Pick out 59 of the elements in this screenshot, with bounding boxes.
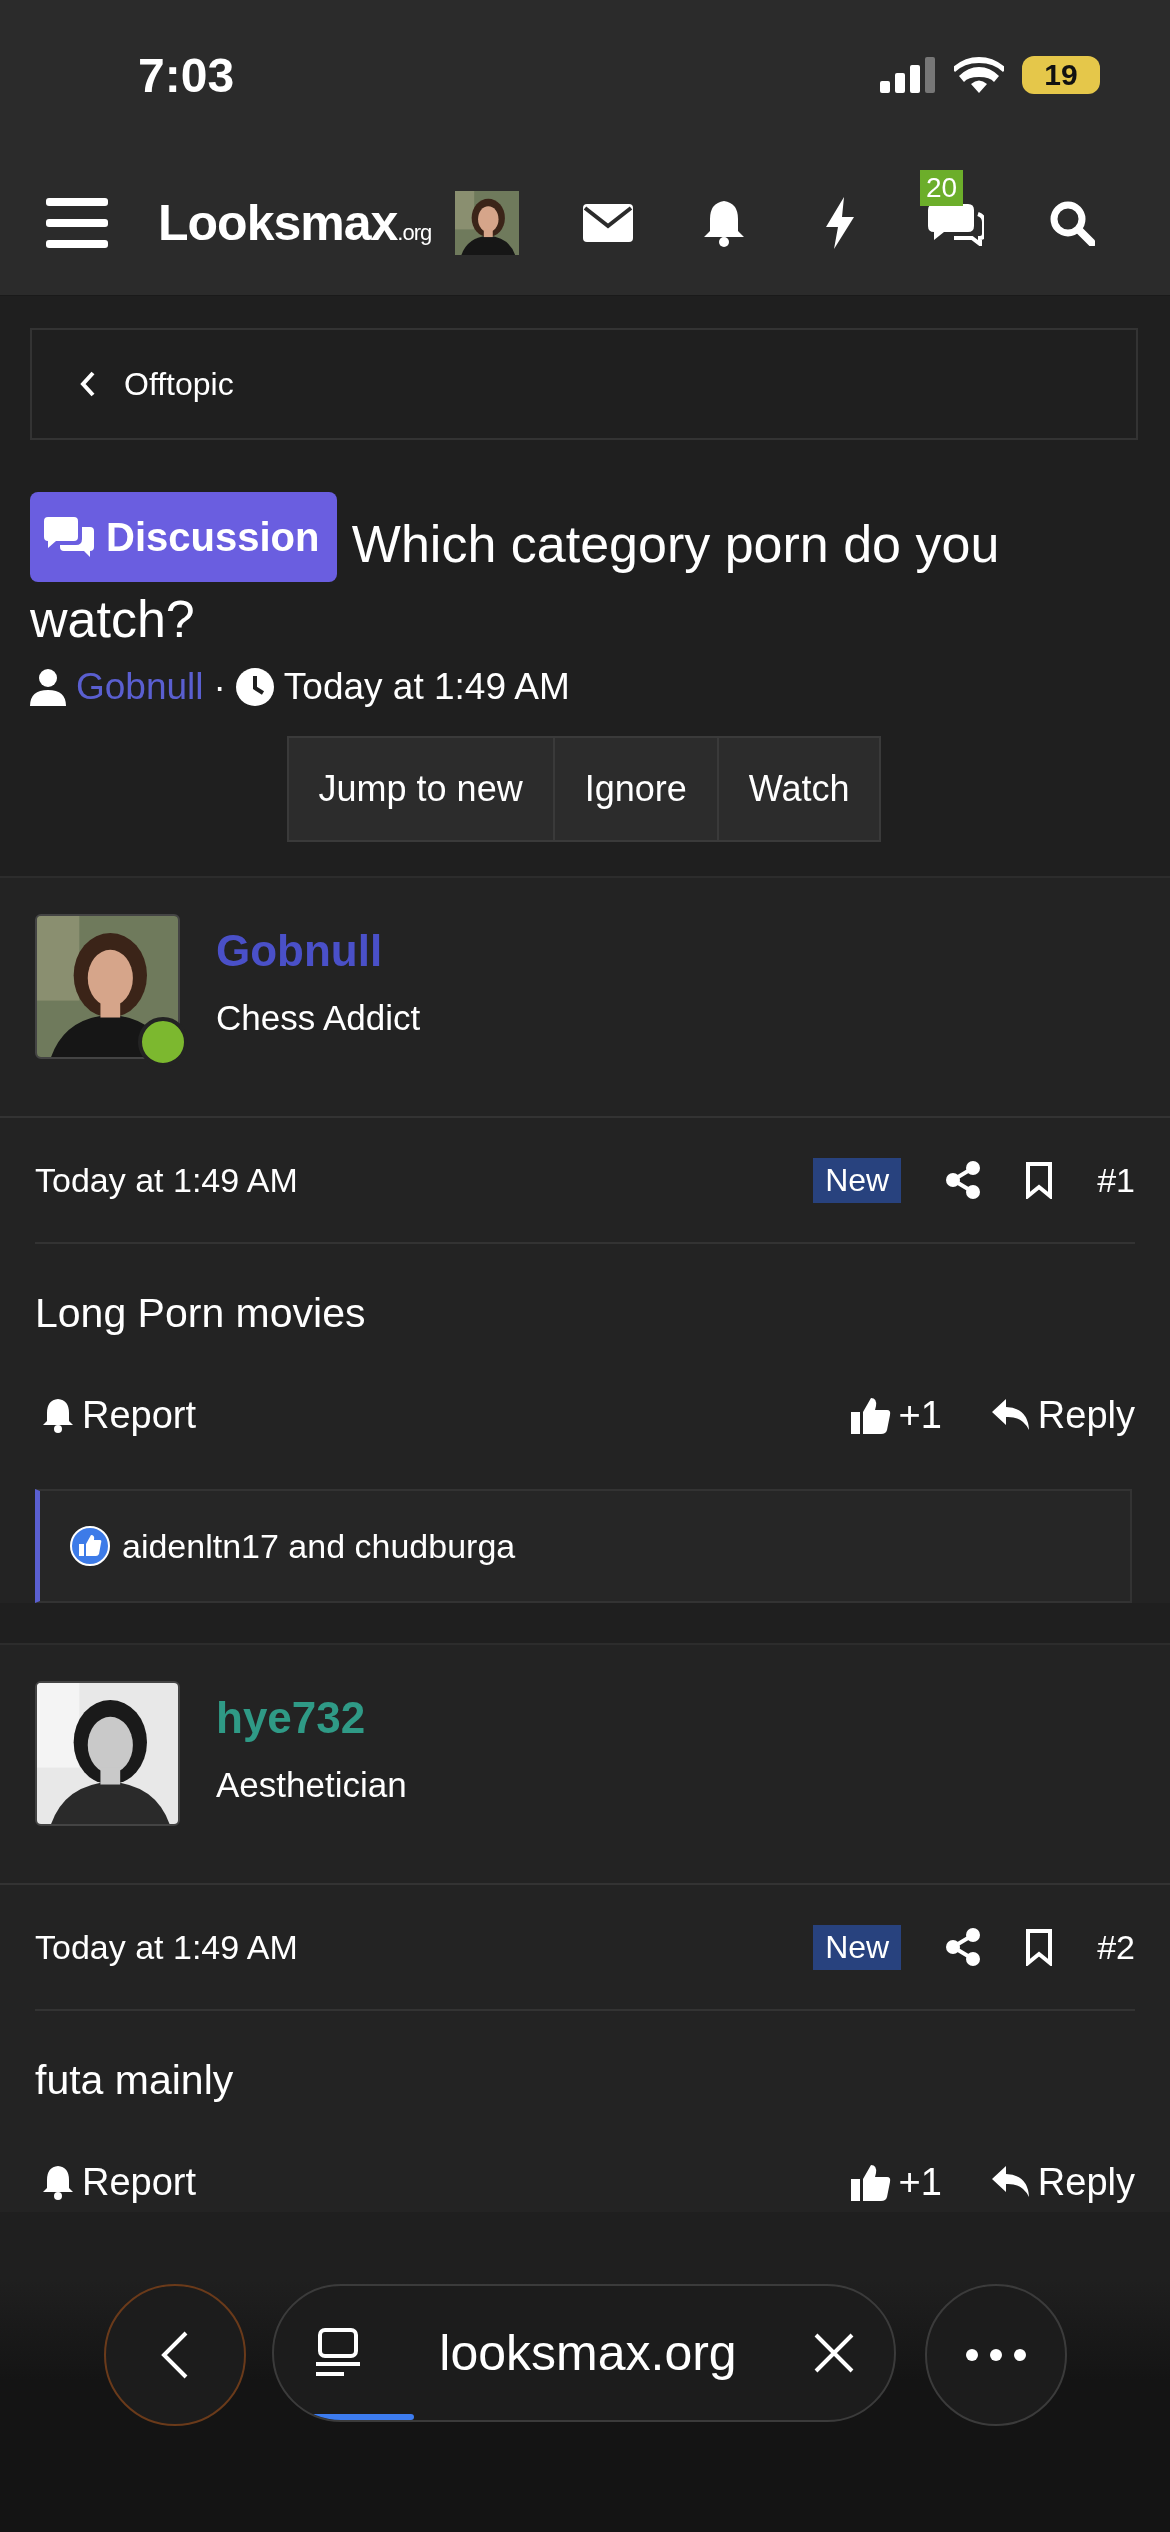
bookmark-icon[interactable] bbox=[1025, 1161, 1054, 1199]
close-icon[interactable] bbox=[814, 2333, 854, 2373]
lightning-icon[interactable] bbox=[824, 196, 856, 249]
chat-icon bbox=[44, 517, 94, 557]
breadcrumb-link[interactable]: Offtopic bbox=[30, 328, 1138, 440]
chevron-left-icon bbox=[160, 2330, 190, 2380]
menu-icon[interactable] bbox=[46, 197, 108, 248]
thumbs-up-icon bbox=[850, 1396, 891, 1434]
clock-icon bbox=[235, 668, 274, 706]
thumbs-up-icon bbox=[850, 2163, 891, 2201]
reaction-users[interactable]: aidenltn17 and chudburga bbox=[122, 1526, 516, 1566]
thread-action-button[interactable]: Ignore bbox=[552, 736, 719, 842]
thread-title: Discussion Which category porn do you watch? bbox=[30, 492, 1140, 656]
new-badge: New bbox=[813, 1157, 902, 1203]
username-link[interactable]: hye732 bbox=[216, 1693, 407, 1743]
more-icon bbox=[966, 2349, 1026, 2361]
post-date: Today at 1:49 AM bbox=[35, 1160, 298, 1200]
report-button[interactable]: Report bbox=[42, 1393, 197, 1437]
chevron-left-icon bbox=[80, 371, 96, 397]
site-logo[interactable]: Looksmax.org bbox=[158, 193, 432, 252]
post-message: futa mainly bbox=[35, 2056, 235, 2104]
search-icon[interactable] bbox=[1049, 199, 1095, 246]
reactions-bar[interactable]: aidenltn17 and chudburga bbox=[35, 1489, 1132, 1603]
like-button[interactable]: +1 bbox=[850, 2160, 942, 2204]
bookmark-icon[interactable] bbox=[1025, 1928, 1054, 1966]
tabs-icon[interactable] bbox=[314, 2328, 362, 2378]
post-number[interactable]: #2 bbox=[1097, 1927, 1135, 1967]
thread-action-button[interactable]: Watch bbox=[716, 736, 882, 842]
notification-badge: 20 bbox=[920, 169, 964, 206]
like-icon bbox=[70, 1526, 110, 1566]
report-button[interactable]: Report bbox=[42, 2160, 197, 2204]
clock: 7:03 bbox=[138, 47, 235, 103]
user-title: Aesthetician bbox=[216, 1765, 407, 1805]
breadcrumb-label: Offtopic bbox=[124, 365, 234, 403]
thread-date: Today at 1:49 AM bbox=[283, 666, 570, 708]
post-number[interactable]: #1 bbox=[1097, 1160, 1135, 1200]
separator-dot: · bbox=[213, 666, 226, 708]
reply-button[interactable]: Reply bbox=[991, 2160, 1135, 2204]
prefix-tag[interactable]: Discussion bbox=[30, 492, 338, 582]
reply-arrow-icon bbox=[991, 2166, 1030, 2198]
bell-icon bbox=[42, 2164, 74, 2200]
signal-icon bbox=[880, 57, 936, 93]
wifi-icon bbox=[954, 57, 1004, 93]
post-date: Today at 1:49 AM bbox=[35, 1927, 298, 1967]
share-icon[interactable] bbox=[945, 1161, 982, 1199]
battery-level: 19 bbox=[1022, 56, 1100, 94]
reply-button[interactable]: Reply bbox=[991, 1393, 1135, 1437]
thread-action-button[interactable]: Jump to new bbox=[286, 736, 555, 842]
like-button[interactable]: +1 bbox=[850, 1393, 942, 1437]
bell-icon[interactable] bbox=[703, 198, 745, 247]
new-badge: New bbox=[813, 1924, 902, 1970]
share-icon[interactable] bbox=[945, 1928, 982, 1966]
reply-arrow-icon bbox=[991, 1399, 1030, 1431]
url-text[interactable]: looksmax.org bbox=[398, 2324, 778, 2382]
user-icon bbox=[30, 668, 66, 706]
post-message: Long Porn movies bbox=[35, 1289, 367, 1337]
user-title: Chess Addict bbox=[216, 998, 421, 1038]
envelope-icon[interactable] bbox=[583, 203, 633, 242]
bell-icon bbox=[42, 1397, 74, 1433]
